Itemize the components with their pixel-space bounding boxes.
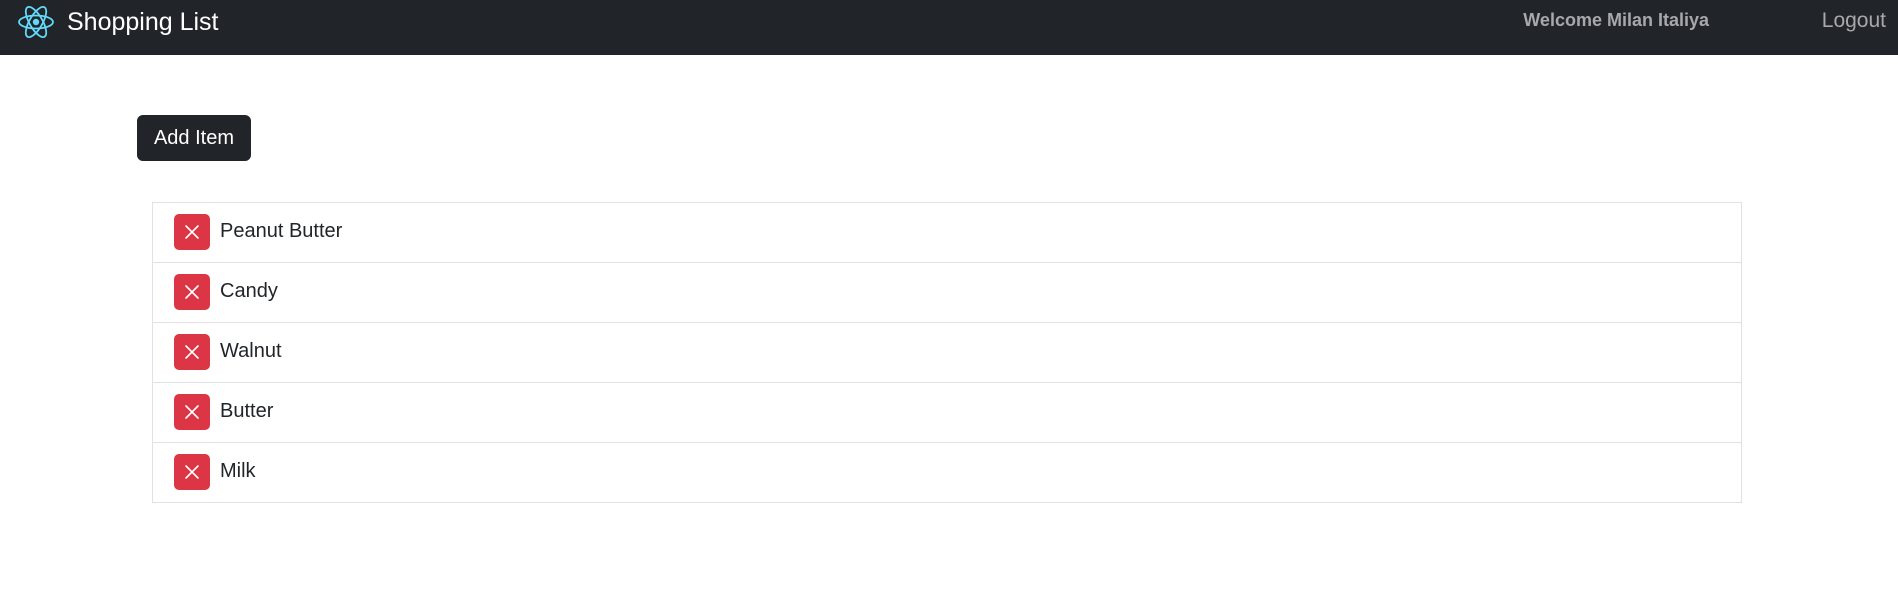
list-item: Candy xyxy=(153,262,1741,322)
delete-item-button[interactable] xyxy=(174,214,210,250)
close-icon xyxy=(184,284,200,300)
delete-item-button[interactable] xyxy=(174,274,210,310)
welcome-message: Welcome Milan Italiya xyxy=(1523,10,1709,30)
list-item: Peanut Butter xyxy=(153,203,1741,262)
top-navbar: Shopping List Welcome Milan Italiya Logo… xyxy=(0,0,1898,55)
list-item: Butter xyxy=(153,382,1741,442)
item-label: Walnut xyxy=(220,340,282,362)
item-label: Peanut Butter xyxy=(220,220,343,242)
item-label: Milk xyxy=(220,460,256,482)
delete-item-button[interactable] xyxy=(174,454,210,490)
brand-title: Shopping List xyxy=(67,8,219,36)
close-icon xyxy=(184,344,200,360)
add-item-button[interactable]: Add Item xyxy=(137,115,251,161)
list-item: Milk xyxy=(153,442,1741,502)
item-label: Butter xyxy=(220,400,274,422)
close-icon xyxy=(184,464,200,480)
react-atom-icon xyxy=(17,3,55,41)
close-icon xyxy=(184,224,200,240)
brand-link[interactable]: Shopping List xyxy=(17,2,219,42)
logout-link[interactable]: Logout xyxy=(1822,8,1886,34)
delete-item-button[interactable] xyxy=(174,334,210,370)
delete-item-button[interactable] xyxy=(174,394,210,430)
item-label: Candy xyxy=(220,280,278,302)
close-icon xyxy=(184,404,200,420)
list-item: Walnut xyxy=(153,322,1741,382)
shopping-list: Peanut Butter Candy Walnut Butter Milk xyxy=(152,202,1742,503)
